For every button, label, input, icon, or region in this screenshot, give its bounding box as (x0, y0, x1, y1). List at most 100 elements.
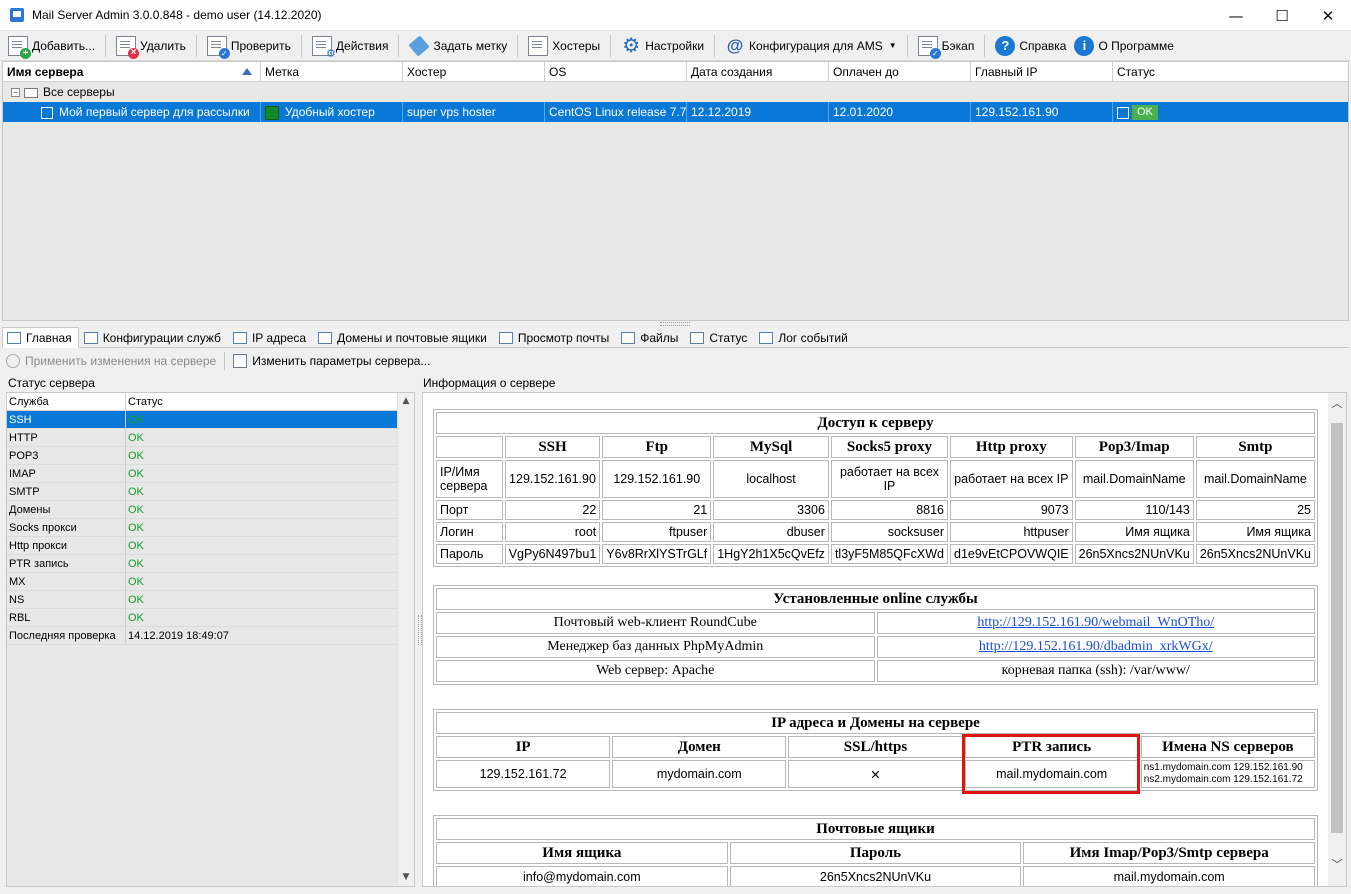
status-row[interactable]: POP3 OK (7, 447, 414, 465)
status-row[interactable]: Http прокси OK (7, 537, 414, 555)
status-value: OK (128, 594, 144, 606)
apply-changes-button[interactable]: Применить изменения на сервере (2, 350, 220, 372)
ptr-highlight-box (962, 734, 1140, 794)
add-server-icon (8, 35, 31, 59)
actions-button[interactable]: Действия (308, 33, 393, 60)
app-icon (10, 8, 24, 22)
tag-icon (408, 34, 431, 57)
access-cell: d1e9vEtCPOVWQIE (950, 544, 1073, 564)
tab-domains-mailboxes[interactable]: Домены и почтовые ящики (313, 328, 494, 347)
column-header-status[interactable]: Статус (1113, 62, 1348, 81)
access-cell: 26n5Xncs2NUnVKu (1195, 544, 1315, 564)
tab-event-log[interactable]: Лог событий (754, 328, 854, 347)
check-button[interactable]: Проверить (203, 33, 295, 59)
scroll-thumb[interactable] (1331, 423, 1343, 833)
tab-files[interactable]: Файлы (616, 328, 685, 347)
minimize-button[interactable]: — (1213, 0, 1259, 31)
service-link[interactable]: http://129.152.161.90/webmail_WnOTho/ (977, 615, 1214, 630)
close-button[interactable]: ✕ (1305, 0, 1351, 31)
access-cell: localhost (713, 460, 829, 498)
server-info-panel: Доступ к серверу SSH Ftp MySql Socks5 proxy… (422, 392, 1347, 887)
set-tag-button[interactable]: Задать метку (405, 33, 511, 59)
server-status-list: Служба Статус SSH OK HTTP OK POP3 OK IMAP OK SMT… (6, 392, 415, 887)
status-row[interactable]: SSH OK (7, 411, 414, 429)
status-service: IMAP (7, 465, 126, 482)
toolbar-separator (105, 34, 107, 57)
scroll-up-icon[interactable]: ︿ (1328, 395, 1346, 411)
column-header-ip[interactable]: Главный IP (971, 62, 1113, 81)
ams-config-button[interactable]: @ Конфигурация для AMS ▼ (721, 33, 901, 59)
service-link[interactable]: http://129.152.161.90/dbadmin_xrkWGx/ (979, 639, 1213, 654)
server-access-table: Доступ к серверу SSH Ftp MySql Socks5 proxy… (433, 409, 1318, 567)
status-list-header: Служба Статус (7, 393, 414, 411)
tree-group-row[interactable]: − Все серверы (3, 82, 1348, 102)
tab-view-mail[interactable]: Просмотр почты (494, 328, 616, 347)
status-row[interactable]: Socks прокси OK (7, 519, 414, 537)
server-row[interactable]: Мой первый сервер для рассылки Удобный х… (3, 102, 1348, 122)
status-value: OK (128, 540, 144, 552)
horizontal-splitter[interactable] (660, 322, 690, 326)
info-scrollbar[interactable]: ︿ ﹀ (1328, 393, 1346, 886)
gear-icon: ⚙ (622, 34, 641, 57)
status-row[interactable]: IMAP OK (7, 465, 414, 483)
status-service: SSH (7, 411, 126, 428)
toolbar-separator (517, 34, 519, 57)
delete-button[interactable]: Удалить (112, 33, 190, 59)
column-header-paid-until[interactable]: Оплачен до (829, 62, 971, 81)
tab-ip-addresses[interactable]: IP адреса (228, 328, 313, 347)
column-header-service[interactable]: Служба (7, 393, 126, 410)
toolbar-separator (714, 34, 716, 57)
access-cell: 21 (602, 500, 712, 520)
access-header-blank (436, 436, 503, 458)
toolbar-separator (610, 34, 612, 57)
tab-main[interactable]: Главная (2, 327, 79, 348)
hosters-button[interactable]: Хостеры (524, 33, 604, 59)
scroll-down-icon[interactable]: ▼ (398, 869, 414, 886)
column-header-name[interactable]: Имя сервера (3, 62, 261, 81)
sub-toolbar: Применить изменения на сервере Изменить … (2, 349, 1349, 373)
help-button[interactable]: ? Справка (991, 33, 1070, 59)
scroll-up-icon[interactable]: ▲ (398, 393, 414, 410)
column-header-tag[interactable]: Метка (261, 62, 403, 81)
server-paid-until: 12.01.2020 (829, 102, 971, 122)
add-button[interactable]: Добавить... (4, 33, 99, 59)
status-row[interactable]: HTTP OK (7, 429, 414, 447)
at-icon: @ (726, 35, 744, 55)
status-row[interactable]: Последняя проверка 14.12.2019 18:49:07 (7, 627, 414, 645)
domain-name: mydomain.com (612, 760, 787, 788)
column-header-created[interactable]: Дата создания (687, 62, 829, 81)
column-header-status[interactable]: Статус (126, 393, 396, 410)
collapse-icon[interactable]: − (11, 88, 20, 98)
access-header: Smtp (1195, 436, 1315, 458)
status-list-scrollbar[interactable]: ▲ ▼ (397, 393, 414, 886)
domains-header-ip: IP (436, 736, 611, 758)
sort-ascending-icon[interactable] (242, 68, 252, 75)
access-row-label: Порт (436, 500, 503, 520)
status-row[interactable]: PTR запись OK (7, 555, 414, 573)
about-button[interactable]: iО Программе (1070, 33, 1178, 59)
domains-header-ssl: SSL/https (788, 736, 963, 758)
access-cell: mail.DomainName (1074, 460, 1194, 498)
column-header-hoster[interactable]: Хостер (403, 62, 545, 81)
edit-server-params-button[interactable]: Изменить параметры сервера... (229, 350, 434, 372)
scroll-down-icon[interactable]: ﹀ (1328, 856, 1346, 872)
toolbar-separator (195, 34, 197, 57)
backup-icon (917, 35, 941, 59)
status-row[interactable]: SMTP OK (7, 483, 414, 501)
maximize-button[interactable]: ☐ (1259, 0, 1305, 31)
edit-icon (233, 354, 248, 368)
status-row[interactable]: Домены OK (7, 501, 414, 519)
access-cell: ftpuser (602, 522, 712, 542)
settings-button[interactable]: ⚙ Настройки (617, 33, 708, 59)
status-row[interactable]: RBL OK (7, 609, 414, 627)
main-toolbar: Добавить... Удалить Проверить Действия З… (0, 31, 1351, 61)
status-badge: OK (1132, 105, 1158, 121)
tab-status[interactable]: Статус (685, 328, 754, 347)
tab-service-configs[interactable]: Конфигурации служб (79, 328, 228, 347)
status-service: Последняя проверка (7, 627, 126, 644)
status-row[interactable]: NS OK (7, 591, 414, 609)
status-row[interactable]: MX OK (7, 573, 414, 591)
column-header-os[interactable]: OS (545, 62, 687, 81)
backup-button[interactable]: Бэкап (914, 33, 979, 59)
chevron-down-icon[interactable]: ▼ (889, 41, 897, 50)
